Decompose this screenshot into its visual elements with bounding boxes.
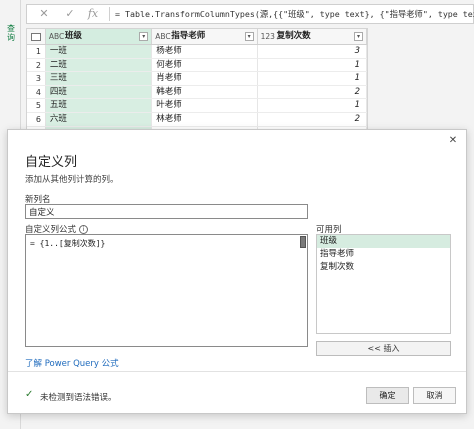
formula-bar-text[interactable]: = Table.TransformColumnTypes(源,{{"班级", t… [115,8,474,20]
row-index: 5 [27,99,46,112]
close-icon[interactable]: ✕ [446,134,460,148]
table-cell[interactable]: 六班 [45,112,153,126]
check-icon: ✓ [25,389,34,400]
custom-formula-text[interactable]: = {1..[复制次数]} [30,238,105,249]
formula-bar-divider [109,7,110,21]
formula-bar: ✕ ✓ fx = Table.TransformColumnTypes(源,{{… [26,4,474,24]
available-columns-list[interactable]: 班级 指导老师 复制次数 [316,234,451,334]
table-row: 5 五班 叶老师 1 [27,99,367,113]
filter-dropdown-icon[interactable]: ▾ [354,32,363,41]
available-column-item[interactable]: 指导老师 [317,248,450,261]
learn-power-query-link[interactable]: 了解 Power Query 公式 [25,357,119,369]
table-cell[interactable]: 何老师 [152,58,258,72]
table-cell[interactable]: 四班 [45,85,153,99]
table-cell[interactable]: 2 [258,112,367,126]
table-cell[interactable]: 一班 [45,45,153,58]
cancel-button[interactable]: 取消 [413,387,456,404]
info-icon[interactable]: i [79,225,89,234]
ok-button[interactable]: 确定 [366,387,409,404]
table-cell[interactable]: 二班 [45,58,153,72]
check-icon[interactable]: ✓ [62,6,78,22]
table-header-row: ABC 班级 ▾ ABC 指导老师 ▾ 123 复制次数 ▾ [27,29,367,45]
table-cell[interactable]: 1 [258,72,367,85]
table-cell[interactable]: 林老师 [152,112,258,126]
custom-formula-editor[interactable]: = {1..[复制次数]} [25,234,308,347]
table-row: 1 一班 杨老师 3 [27,45,367,59]
table-row: 2 二班 何老师 1 [27,58,367,73]
row-index: 4 [27,85,46,99]
row-index: 2 [27,58,46,72]
table-cell[interactable]: 2 [258,85,367,99]
data-preview-table: ABC 班级 ▾ ABC 指导老师 ▾ 123 复制次数 ▾ 1 一班 杨老师 … [26,28,368,142]
available-column-item[interactable]: 复制次数 [317,261,450,274]
table-cell[interactable]: 三班 [45,72,153,85]
table-cell[interactable]: 3 [258,45,367,58]
column-header-label: 指导老师 [171,31,206,41]
new-column-name-input[interactable] [25,204,308,219]
column-header-teacher[interactable]: ABC 指导老师 ▾ [152,29,258,44]
table-cell[interactable]: 杨老师 [152,45,258,58]
text-type-icon[interactable]: ABC [155,29,170,44]
queries-pane-label[interactable]: 查询 [7,24,17,42]
dialog-footer-divider [8,371,466,372]
row-index: 1 [27,45,46,58]
row-index: 6 [27,112,46,126]
column-header-label: 复制次数 [276,31,311,41]
table-corner-menu[interactable] [27,29,46,44]
row-index: 3 [27,72,46,85]
table-row: 6 六班 林老师 2 [27,112,367,127]
dialog-subtitle: 添加从其他列计算的列。 [25,175,119,185]
table-cell[interactable]: 1 [258,99,367,112]
dialog-title: 自定义列 [25,155,78,170]
insert-button[interactable]: << 插入 [316,341,451,356]
close-icon[interactable]: ✕ [36,6,52,22]
syntax-status-text: 未检测到语法错误。 [40,393,117,403]
available-column-item[interactable]: 班级 [317,235,450,248]
table-cell[interactable]: 1 [258,58,367,72]
table-cell[interactable]: 肖老师 [152,72,258,85]
column-header-class[interactable]: ABC 班级 ▾ [45,29,153,44]
table-cell[interactable]: 韩老师 [152,85,258,99]
text-type-icon[interactable]: ABC [49,29,64,44]
filter-dropdown-icon[interactable]: ▾ [139,32,149,41]
table-icon [31,33,41,41]
column-header-copy-count[interactable]: 123 复制次数 ▾ [258,29,367,44]
table-cell[interactable]: 叶老师 [152,99,258,112]
custom-column-dialog: ✕ 自定义列 添加从其他列计算的列。 新列名 自定义列公式i = {1..[复制… [7,129,467,414]
table-cell[interactable]: 五班 [45,99,153,112]
editor-scrollbar[interactable] [300,236,306,248]
integer-type-icon[interactable]: 123 [261,29,275,44]
fx-icon[interactable]: fx [85,6,101,22]
table-row: 4 四班 韩老师 2 [27,85,367,100]
table-row: 3 三班 肖老师 1 [27,72,367,86]
filter-dropdown-icon[interactable]: ▾ [244,32,254,41]
column-header-label: 班级 [64,31,82,41]
